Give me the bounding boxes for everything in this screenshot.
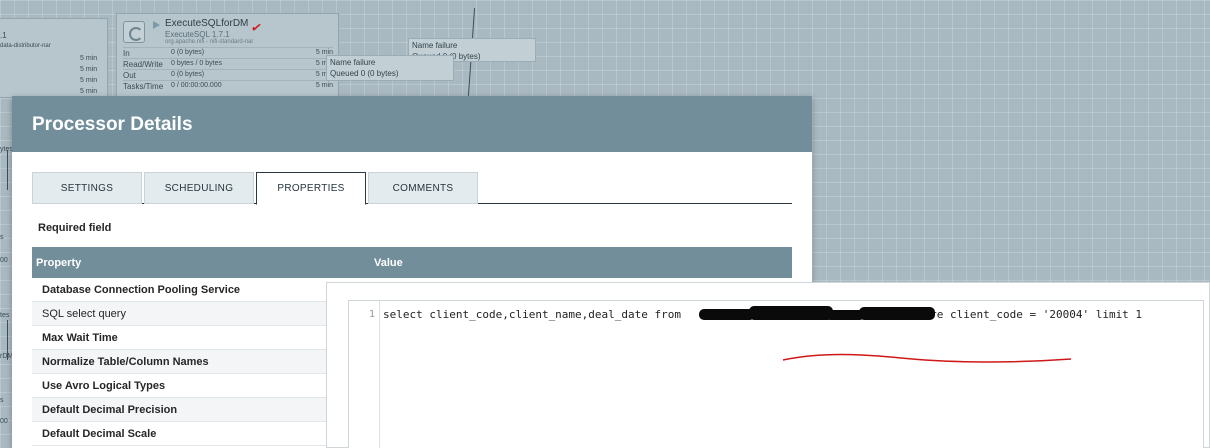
stat-label: Out — [123, 71, 136, 80]
property-name: Max Wait Time — [42, 332, 118, 344]
column-header-property: Property — [36, 257, 82, 269]
canvas-fragment: tes — [0, 312, 10, 319]
processor-name: ExecuteSQLforDM — [165, 18, 249, 29]
tab-comments[interactable]: COMMENTS — [368, 172, 478, 204]
tab-scheduling[interactable]: SCHEDULING — [144, 172, 254, 204]
line-gutter: 1 — [349, 301, 380, 448]
connection-queued: 0 (0 bytes) — [360, 69, 399, 78]
stat-row-out: Out 0 (0 bytes) 5 min — [123, 69, 333, 80]
connection-name-label: Name — [412, 41, 434, 50]
processor-partial-time: 5 min — [80, 55, 98, 62]
canvas-fragment: 00 — [0, 257, 8, 264]
code-editor[interactable]: 1 select client_code,client_name,deal_da… — [348, 300, 1204, 448]
tab-bar: SETTINGS SCHEDULING PROPERTIES COMMENTS — [32, 172, 792, 205]
connection-label-failure[interactable]: Name failure Queued 0 (0 bytes) — [326, 55, 454, 81]
tab-properties[interactable]: PROPERTIES — [256, 172, 366, 205]
required-field-label: Required field — [38, 222, 112, 234]
canvas-fragment: s — [0, 234, 4, 241]
connection-queued-label: Queued — [330, 69, 359, 78]
redaction-mark — [749, 306, 833, 320]
dialog-header: Processor Details — [12, 96, 812, 152]
processor-partial-title: .1 — [0, 31, 7, 40]
processor-executesqlfordm[interactable]: ExecuteSQLforDM ExecuteSQL 1.7.1 org.apa… — [116, 13, 339, 99]
stat-row-tasks: Tasks/Time 0 / 00:00:00.000 5 min — [123, 80, 333, 91]
connection-name-label: Name — [330, 58, 352, 67]
canvas-fragment: s — [0, 397, 4, 404]
stat-row-in: In 0 (0 bytes) 5 min — [123, 47, 333, 58]
connection-name: failure — [353, 58, 376, 67]
processor-partial-bundle: data-distributor-nar — [0, 43, 51, 49]
processor-partial-time: 5 min — [80, 66, 98, 73]
property-name: Default Decimal Scale — [42, 428, 157, 440]
red-underline-annotation — [782, 353, 1072, 363]
canvas-fragment: 00 — [0, 418, 8, 425]
stat-label: Tasks/Time — [123, 82, 164, 91]
redaction-mark — [859, 307, 935, 320]
tab-settings[interactable]: SETTINGS — [32, 172, 142, 204]
column-header-value: Value — [374, 257, 403, 269]
stat-value: 0 / 00:00:00.000 — [171, 82, 222, 89]
properties-table-header: Property Value — [32, 247, 792, 278]
redaction-mark — [699, 309, 755, 320]
sql-value-editor: 1 select client_code,client_name,deal_da… — [326, 282, 1210, 448]
sql-code-end: where client_code = '20004' limit 1 — [903, 308, 1143, 321]
property-name: Default Decimal Precision — [42, 404, 178, 416]
processor-partial[interactable]: .1 data-distributor-nar 5 min 5 min 5 mi… — [0, 18, 108, 98]
processor-type: ExecuteSQL 1.7.1 — [165, 30, 230, 39]
stat-label: Read/Write — [123, 60, 163, 69]
stat-time: 5 min — [315, 82, 333, 89]
sql-code-start: select client_code,client_name,deal_date… — [383, 308, 688, 321]
property-name: Database Connection Pooling Service — [42, 284, 241, 296]
processor-partial-time: 5 min — [80, 88, 98, 95]
dialog-title: Processor Details — [32, 114, 193, 135]
processor-bundle: org.apache.nifi - nifi-standard-nar — [165, 39, 254, 45]
connection-name: failure — [435, 41, 458, 50]
property-name: SQL select query — [42, 308, 126, 320]
stat-row-readwrite: Read/Write 0 bytes / 0 bytes 5 min — [123, 58, 333, 69]
property-name: Use Avro Logical Types — [42, 380, 166, 392]
red-check-annotation-icon: ✓ — [249, 19, 264, 36]
processor-partial-time: 5 min — [80, 77, 98, 84]
stat-value: 0 (0 bytes) — [171, 49, 205, 56]
connection-line[interactable] — [7, 150, 8, 190]
stat-value: 0 (0 bytes) — [171, 71, 205, 78]
line-number: 1 — [368, 309, 375, 320]
stat-value: 0 bytes / 0 bytes — [171, 60, 222, 67]
stat-label: In — [123, 49, 130, 58]
play-icon — [153, 21, 160, 29]
property-name: Normalize Table/Column Names — [42, 356, 209, 368]
processor-icon — [123, 21, 145, 43]
